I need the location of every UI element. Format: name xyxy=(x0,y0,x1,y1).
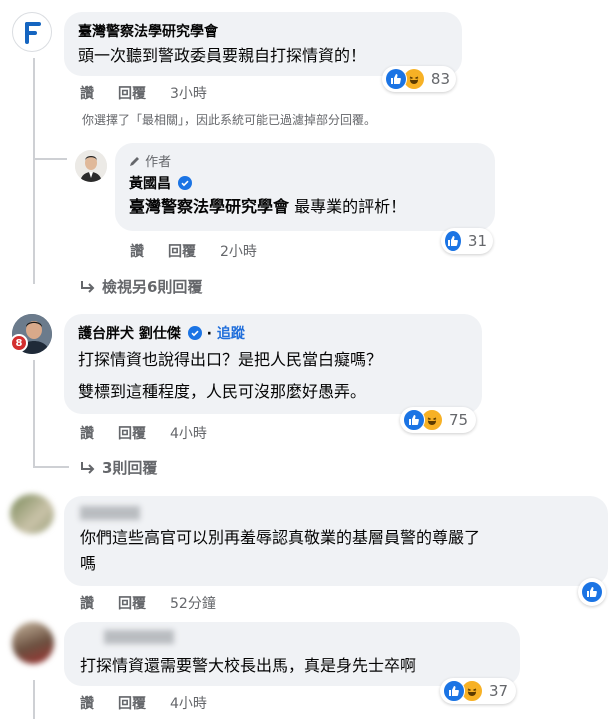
comment-actions: 讚 回覆 4小時 xyxy=(80,693,207,713)
comment-text-line: 打探情資也說得出口？是把人民當白癡嗎？ xyxy=(78,350,383,369)
like-button[interactable]: 讚 xyxy=(80,593,118,613)
comment-author[interactable]: 臺灣警察法學研究學會 xyxy=(78,21,218,41)
more-replies-label: 3則回覆 xyxy=(102,459,158,477)
person-avatar-icon xyxy=(75,150,107,182)
comment-text: 臺灣警察法學研究學會 最專業的評析！ xyxy=(129,195,406,219)
comment-text: 頭一次聽到警政委員要親自打探情資的！ xyxy=(78,46,367,65)
comment-bubble: 你們這些高官可以別再羞辱認真敬業的基層員警的尊嚴了 嗎 xyxy=(64,496,608,586)
organization-logo-icon xyxy=(25,22,41,44)
thread-line xyxy=(33,360,35,468)
author-badge: 作者 xyxy=(129,151,171,170)
like-icon xyxy=(444,230,462,252)
mention-link[interactable]: 臺灣警察法學研究學會 xyxy=(129,197,289,216)
reaction-count: 37 xyxy=(489,682,509,700)
like-button[interactable]: 讚 xyxy=(80,693,118,713)
reaction-count: 75 xyxy=(449,411,469,429)
reaction-count: 31 xyxy=(467,232,487,250)
like-icon xyxy=(581,581,603,603)
reaction-summary[interactable]: 37 xyxy=(440,678,516,704)
verified-badge-icon xyxy=(177,176,192,190)
comment-author[interactable]: 護台胖犬 劉仕傑 xyxy=(78,326,181,342)
comment-actions: 讚 回覆 3小時 xyxy=(80,83,207,103)
reply-button[interactable]: 回覆 xyxy=(168,241,220,261)
comment-actions: 讚 回覆 2小時 xyxy=(130,241,257,261)
reply-button[interactable]: 回覆 xyxy=(118,693,170,713)
comment-author-redacted xyxy=(80,506,140,520)
timestamp[interactable]: 52分鐘 xyxy=(170,593,216,613)
comment-actions: 讚 回覆 52分鐘 xyxy=(80,593,216,613)
separator-dot: · xyxy=(206,326,212,342)
thread-connector xyxy=(33,158,67,160)
more-replies-link[interactable]: 3則回覆 xyxy=(80,457,157,478)
timestamp[interactable]: 4小時 xyxy=(170,423,207,443)
thread-connector xyxy=(33,466,69,468)
comment-text-line: 你們這些高官可以別再羞辱認真敬業的基層員警的尊嚴了 xyxy=(80,528,481,547)
reaction-summary[interactable]: 83 xyxy=(382,66,456,92)
comment-author[interactable]: 黃國昌 xyxy=(129,176,171,192)
avatar[interactable] xyxy=(12,622,54,664)
comment-bubble: 護台胖犬 劉仕傑 · 追蹤 打探情資也說得出口？是把人民當白癡嗎？ 雙標到這種程… xyxy=(64,314,482,414)
like-icon xyxy=(403,409,425,431)
pencil-icon xyxy=(130,157,139,166)
avatar[interactable] xyxy=(75,150,107,182)
comment-actions: 讚 回覆 4小時 xyxy=(80,423,207,443)
reaction-count: 83 xyxy=(430,70,450,88)
thread-line xyxy=(33,58,35,284)
comment-text-line: 嗎 xyxy=(80,554,97,573)
reaction-summary[interactable]: 75 xyxy=(400,407,476,433)
follow-button[interactable]: 追蹤 xyxy=(217,326,245,342)
like-button[interactable]: 讚 xyxy=(80,83,118,103)
verified-badge-icon xyxy=(187,326,202,340)
comment-text-line: 雙標到這種程度，人民可沒那麼好愚弄。 xyxy=(78,382,367,401)
reply-button[interactable]: 回覆 xyxy=(118,593,170,613)
comment-text: 打探情資還需要警大校長出馬，真是身先士卒啊 xyxy=(80,656,417,675)
thread-line xyxy=(33,680,35,719)
comment-author-redacted xyxy=(104,630,174,644)
timestamp[interactable]: 4小時 xyxy=(170,693,207,713)
comment-author-row: 黃國昌 xyxy=(129,173,192,193)
avatar[interactable] xyxy=(10,494,54,534)
like-icon xyxy=(385,68,407,90)
comment-author-row: 護台胖犬 劉仕傑 · 追蹤 xyxy=(78,323,245,343)
reaction-summary[interactable]: 31 xyxy=(441,228,493,254)
reply-arrow-icon xyxy=(81,281,95,293)
like-button[interactable]: 讚 xyxy=(130,241,168,261)
view-more-replies-label: 檢視另6則回覆 xyxy=(102,278,203,296)
timestamp[interactable]: 3小時 xyxy=(170,83,207,103)
reply-button[interactable]: 回覆 xyxy=(118,83,170,103)
like-button[interactable]: 讚 xyxy=(80,423,118,443)
view-more-replies-link[interactable]: 檢視另6則回覆 xyxy=(80,276,202,297)
avatar-number-badge: 8 xyxy=(10,334,28,352)
comment-bubble: 作者 黃國昌 臺灣警察法學研究學會 最專業的評析！ xyxy=(115,143,495,231)
comment-bubble: 打探情資還需要警大校長出馬，真是身先士卒啊 xyxy=(64,622,520,686)
author-badge-label: 作者 xyxy=(145,155,172,170)
reply-arrow-icon xyxy=(81,462,95,474)
comment-text-rest: 最專業的評析！ xyxy=(289,197,407,216)
avatar-number: 8 xyxy=(15,337,23,349)
filter-notice: 你選擇了「最相關」，因此系統可能已過濾掉部分回覆。 xyxy=(82,113,377,127)
reaction-summary[interactable] xyxy=(578,578,606,606)
reply-button[interactable]: 回覆 xyxy=(118,423,170,443)
avatar[interactable] xyxy=(12,12,52,52)
timestamp[interactable]: 2小時 xyxy=(220,241,257,261)
like-icon xyxy=(443,680,465,702)
